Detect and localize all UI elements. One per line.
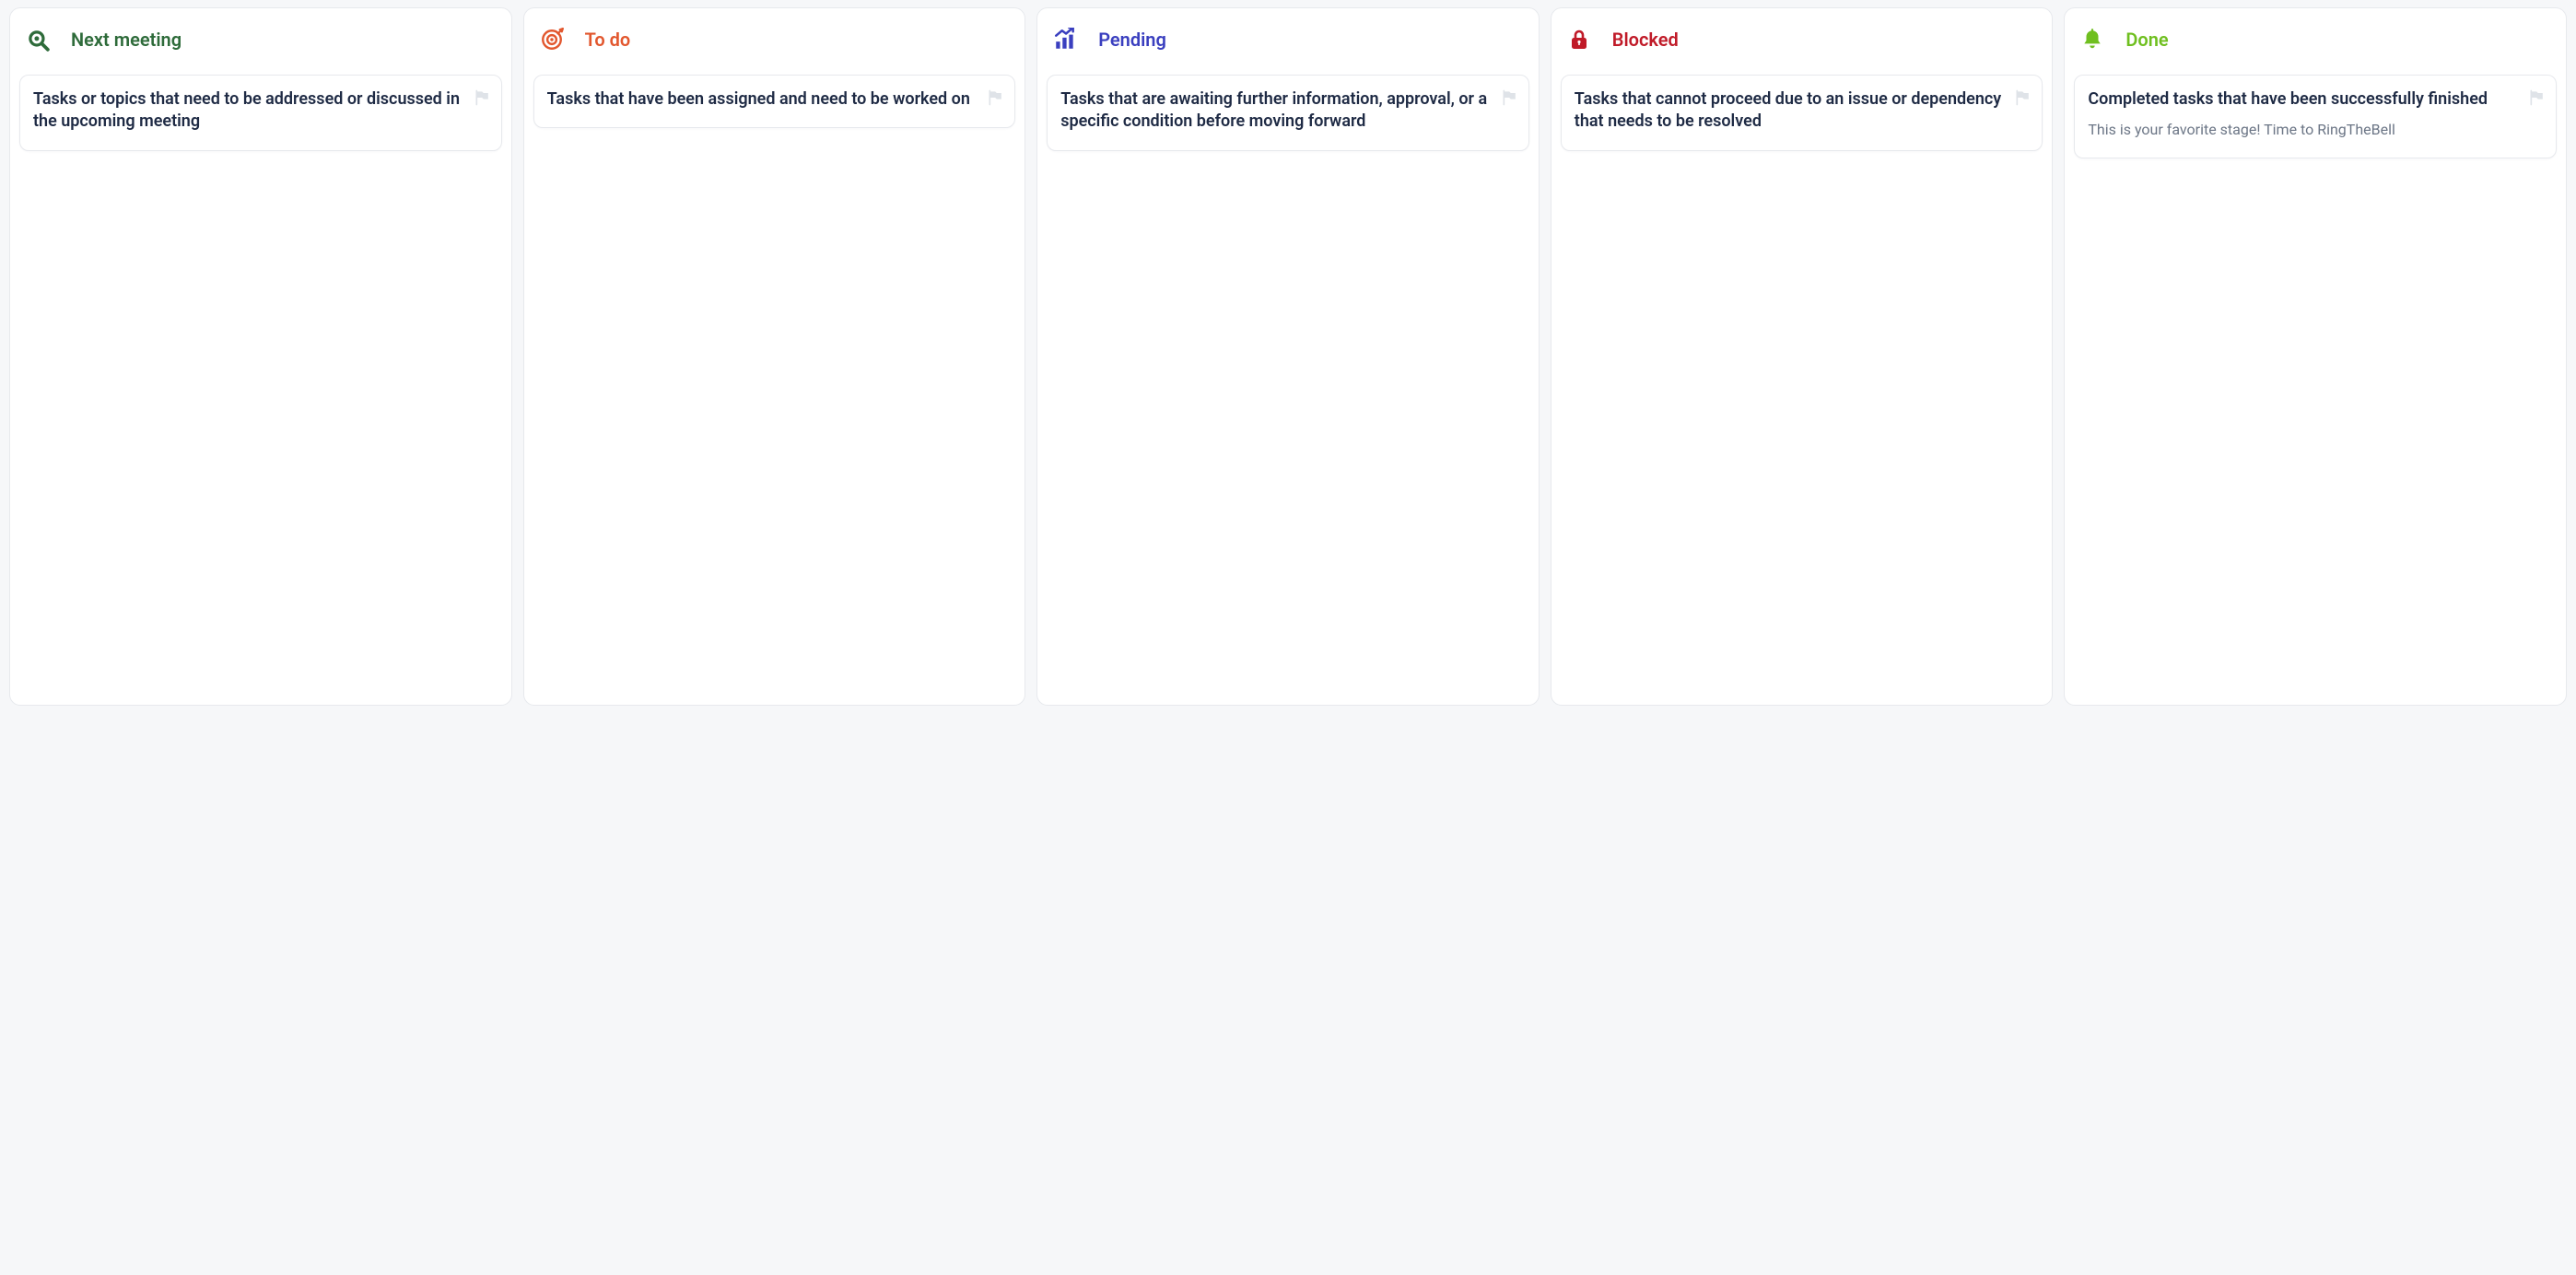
bell-icon bbox=[2079, 27, 2105, 53]
column-title: To do bbox=[585, 29, 631, 51]
flag-icon[interactable] bbox=[474, 88, 492, 107]
column-to-do[interactable]: To do Tasks that have been assigned and … bbox=[523, 7, 1026, 706]
lock-icon bbox=[1566, 27, 1592, 53]
column-header: Pending bbox=[1047, 18, 1529, 75]
column-card[interactable]: Tasks or topics that need to be addresse… bbox=[19, 75, 502, 151]
card-subtitle: This is your favorite stage! Time to Rin… bbox=[2088, 120, 2543, 140]
flag-icon[interactable] bbox=[987, 88, 1005, 107]
column-next-meeting[interactable]: Next meeting Tasks or topics that need t… bbox=[9, 7, 512, 706]
kanban-board: Next meeting Tasks or topics that need t… bbox=[9, 7, 2567, 706]
column-blocked[interactable]: Blocked Tasks that cannot proceed due to… bbox=[1551, 7, 2054, 706]
column-pending[interactable]: Pending Tasks that are awaiting further … bbox=[1036, 7, 1540, 706]
column-header: Blocked bbox=[1561, 18, 2043, 75]
column-header: To do bbox=[533, 18, 1016, 75]
column-title: Pending bbox=[1098, 29, 1166, 51]
column-card[interactable]: Completed tasks that have been successfu… bbox=[2074, 75, 2557, 158]
column-header: Next meeting bbox=[19, 18, 502, 75]
card-title: Completed tasks that have been successfu… bbox=[2088, 88, 2543, 111]
card-title: Tasks that have been assigned and need t… bbox=[547, 88, 1002, 111]
card-title: Tasks that cannot proceed due to an issu… bbox=[1575, 88, 2030, 134]
column-title: Done bbox=[2125, 29, 2168, 51]
column-done[interactable]: Done Completed tasks that have been succ… bbox=[2064, 7, 2567, 706]
card-title: Tasks that are awaiting further informat… bbox=[1060, 88, 1516, 134]
flag-icon[interactable] bbox=[1501, 88, 1519, 107]
search-icon bbox=[25, 27, 51, 53]
card-title: Tasks or topics that need to be addresse… bbox=[33, 88, 488, 134]
column-card[interactable]: Tasks that are awaiting further informat… bbox=[1047, 75, 1529, 151]
flag-icon[interactable] bbox=[2014, 88, 2032, 107]
growth-chart-icon bbox=[1052, 27, 1078, 53]
flag-icon[interactable] bbox=[2528, 88, 2547, 107]
target-icon bbox=[539, 27, 565, 53]
column-card[interactable]: Tasks that cannot proceed due to an issu… bbox=[1561, 75, 2043, 151]
column-title: Blocked bbox=[1612, 29, 1679, 51]
column-header: Done bbox=[2074, 18, 2557, 75]
column-card[interactable]: Tasks that have been assigned and need t… bbox=[533, 75, 1016, 128]
column-title: Next meeting bbox=[71, 29, 181, 51]
